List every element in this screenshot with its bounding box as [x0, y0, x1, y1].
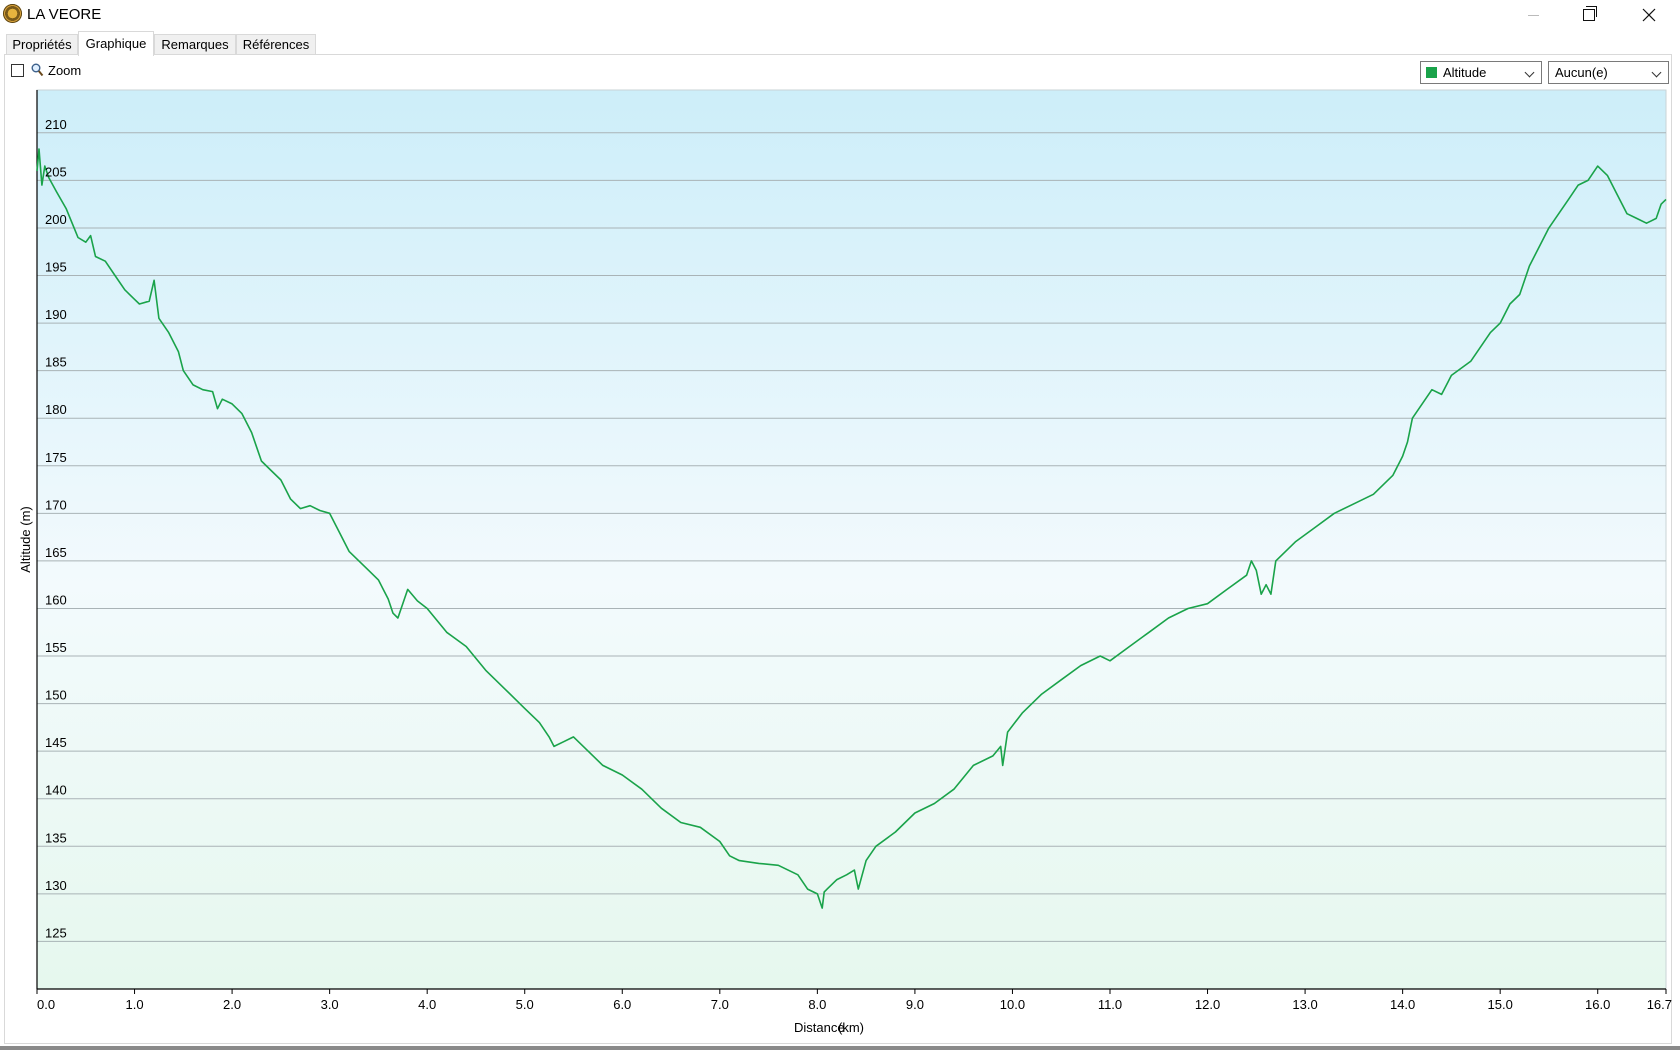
x-tick-label: 5.0: [516, 997, 534, 1012]
x-tick-label: 9.0: [906, 997, 924, 1012]
y-tick-label: 155: [45, 640, 67, 655]
y-tick-label: 145: [45, 735, 67, 750]
x-axis-unit: (km): [838, 1020, 864, 1035]
y-axis-title: Altitude (m): [18, 506, 33, 572]
taskbar-edge: [0, 1046, 1680, 1050]
plot-area: [36, 89, 1667, 990]
tab-graphique[interactable]: Graphique: [78, 31, 154, 56]
y-tick-label: 140: [45, 783, 67, 798]
x-tick-label: 2.0: [223, 997, 241, 1012]
altitude-chart: 125 130 135 140 145 150 155 160 165 170 175 180 185 1…: [18, 89, 1672, 1035]
y-tick-label: 205: [45, 164, 67, 179]
x-tick-label: 14.0: [1390, 997, 1415, 1012]
x-tick-label: 7.0: [711, 997, 729, 1012]
y-tick-label: 175: [45, 450, 67, 465]
x-tick-label: 6.0: [613, 997, 631, 1012]
x-tick-label: 4.0: [418, 997, 436, 1012]
y-tick-label: 180: [45, 402, 67, 417]
y-tick-label: 130: [45, 878, 67, 893]
x-tick-label: 13.0: [1292, 997, 1317, 1012]
x-tick-label: 0.0: [37, 997, 55, 1012]
x-tick-label: 11.0: [1098, 997, 1122, 1012]
y-tick-label: 165: [45, 545, 67, 560]
x-tick-label: 16.7: [1647, 997, 1672, 1012]
y-tick-label: 170: [45, 497, 67, 512]
y-tick-label: 135: [45, 830, 67, 845]
y-tick-label: 160: [45, 592, 67, 607]
y-tick-label: 185: [45, 355, 67, 370]
y-tick-label: 210: [45, 117, 67, 132]
y-tick-label: 125: [45, 925, 67, 940]
x-tick-label: 12.0: [1195, 997, 1220, 1012]
x-tick-label: 1.0: [126, 997, 144, 1012]
x-tick-label: 3.0: [321, 997, 339, 1012]
x-tick-label: 16.0: [1585, 997, 1610, 1012]
y-tick-label: 195: [45, 260, 67, 275]
y-tick-label: 200: [45, 212, 67, 227]
x-tick-label: 15.0: [1488, 997, 1513, 1012]
x-tick-label: 8.0: [808, 997, 826, 1012]
x-tick-label: 10.0: [1000, 997, 1025, 1012]
x-axis-title: Distance: [794, 1020, 845, 1035]
y-tick-label: 150: [45, 688, 67, 703]
y-tick-label: 190: [45, 307, 67, 322]
